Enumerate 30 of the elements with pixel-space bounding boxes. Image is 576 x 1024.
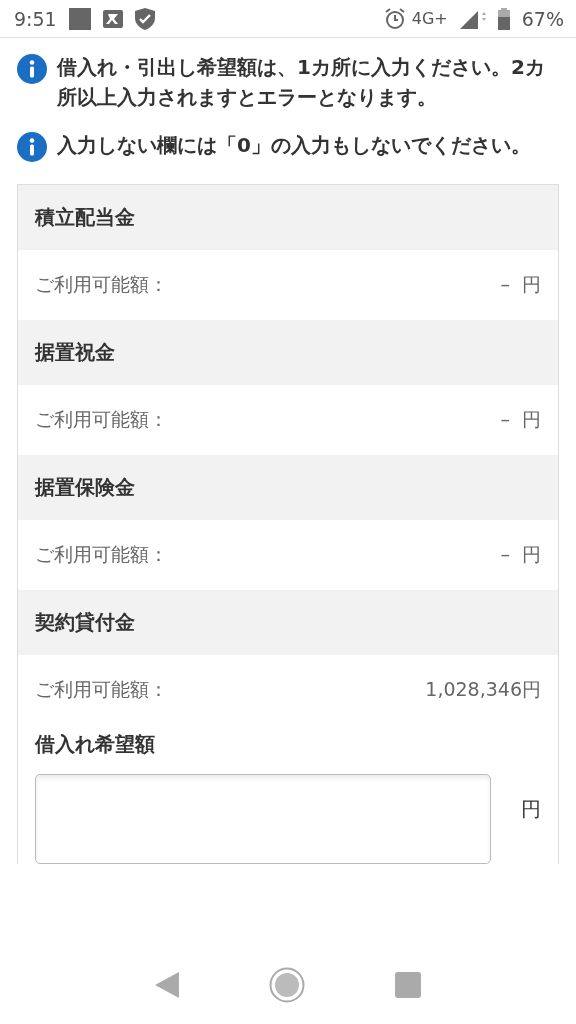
battery-icon [497, 7, 510, 30]
loan-amount-label: 借入れ希望額 [34, 731, 156, 758]
note-text: 入力しない欄には「0」の入力もしないでください。 [57, 132, 532, 159]
available-amount: – 円 [500, 542, 541, 567]
battery-percent: 67% [521, 7, 564, 30]
available-amount: 1,028,346円 [425, 677, 541, 702]
info-icon [17, 54, 47, 84]
alarm-icon [383, 7, 406, 30]
available-label: ご利用可能額： [35, 677, 168, 702]
available-amount: – 円 [500, 272, 541, 297]
network-type: 4G+ [411, 9, 448, 28]
section-title: 積立配当金 [35, 204, 135, 231]
home-icon[interactable] [269, 966, 305, 1003]
yen-unit: 円 [521, 795, 541, 823]
recents-icon[interactable] [395, 971, 421, 998]
notification-square-icon [68, 7, 91, 30]
available-label: ご利用可能額： [35, 272, 168, 297]
section-title: 契約貸付金 [35, 609, 135, 636]
note-text: 借入れ・引出し希望額は、1カ所に入力ください。2カ所以上入力されますとエラーとなります。 [57, 54, 546, 111]
shield-icon [134, 7, 155, 30]
section-title: 据置保険金 [35, 474, 135, 501]
info-icon [17, 132, 47, 162]
available-label: ご利用可能額： [35, 542, 168, 567]
available-amount: – 円 [500, 407, 541, 432]
loan-amount-field[interactable] [35, 774, 491, 864]
status-time: 9:51 [14, 7, 57, 30]
back-icon[interactable] [155, 971, 179, 998]
section-title: 据置祝金 [35, 339, 115, 366]
app-icon [102, 9, 123, 28]
available-label: ご利用可能額： [35, 407, 168, 432]
